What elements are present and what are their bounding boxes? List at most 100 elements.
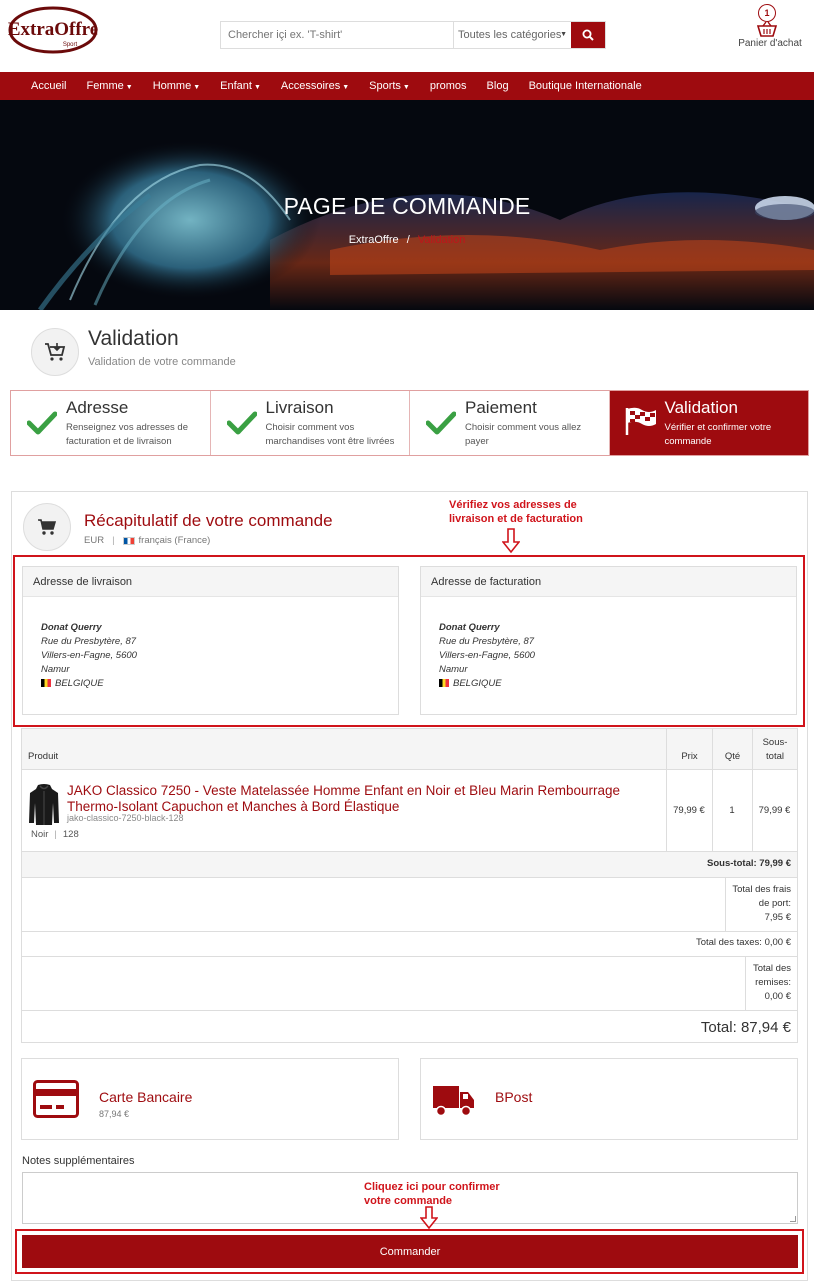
nav-item-label: Homme (152, 80, 192, 92)
step-livraison[interactable]: Livraison Choisir comment vos marchandise… (210, 391, 410, 455)
shipping-total-value: 7,95 € (764, 912, 791, 923)
row-divider (22, 931, 797, 932)
grand-total: Total: 87,94 € (700, 1019, 791, 1036)
nav-item-label: Sports (369, 80, 401, 92)
product-color: Noir (31, 829, 49, 840)
nav-item-blog[interactable]: Blog (487, 80, 509, 92)
address-name: Donat Querry (439, 622, 500, 633)
nav-item-sports[interactable]: Sports ▼ (369, 80, 410, 92)
payment-method-name: Carte Bancaire (99, 1089, 193, 1105)
product-thumbnail[interactable] (28, 783, 60, 827)
col-product-header: Produit (28, 750, 59, 762)
caret-down-icon: ▼ (402, 84, 410, 91)
nav-item-promos[interactable]: promos (430, 80, 467, 92)
row-divider (22, 1010, 797, 1011)
notes-label: Notes supplémentaires (22, 1155, 135, 1167)
billing-address-heading: Adresse de facturation (421, 567, 796, 597)
attribute-divider: | (54, 829, 57, 840)
annotation-line: Vérifiez vos adresses de (449, 499, 577, 511)
product-price: 79,99 € (673, 805, 705, 816)
col-subtotal-header: Sous- total (752, 729, 797, 770)
address-street: Rue du Presbytère, 87 (439, 636, 535, 647)
step-title: Validation (664, 398, 738, 417)
checkmark-icon (226, 411, 257, 435)
payment-amount: 87,94 € (99, 1109, 130, 1119)
nav-item-label: Femme (86, 80, 124, 92)
flag-belgium-icon (439, 679, 449, 687)
confirm-annotation: Cliquez ici pour confirmer votre command… (364, 1180, 500, 1208)
search-button[interactable] (571, 22, 605, 48)
category-select[interactable]: Toutes les catégories ▼ (453, 22, 571, 48)
arrow-down-icon (420, 1206, 438, 1230)
caret-down-icon: ▼ (125, 84, 133, 91)
annotation-line: Cliquez ici pour confirmer (364, 1181, 500, 1193)
basket-icon (757, 21, 777, 37)
search-input[interactable] (221, 22, 453, 48)
checkmark-icon (27, 411, 57, 435)
row-divider (22, 956, 797, 957)
subtotal-line: Sous-total: 79,99 € (707, 858, 791, 869)
address-name: Donat Querry (41, 622, 102, 633)
carrier-name: BPost (495, 1089, 533, 1105)
checkmark-icon (426, 411, 456, 435)
place-order-button[interactable]: Commander (22, 1235, 798, 1268)
resize-handle-icon[interactable] (790, 1216, 796, 1222)
col-subtotal-header-line: Sous- (762, 736, 788, 748)
nav-item-accessoires[interactable]: Accessoires ▼ (281, 80, 349, 92)
address-country: BELGIQUE (453, 678, 502, 689)
step-description: Choisir comment vos marchandises vont êt… (265, 422, 395, 447)
step-paiement[interactable]: Paiement Choisir comment vous allez payer (410, 391, 610, 455)
caret-down-icon: ▼ (253, 84, 261, 91)
step-title: Paiement (465, 398, 537, 417)
validation-page-icon (31, 328, 79, 376)
caret-down-icon: ▼ (193, 84, 201, 91)
breadcrumb-home-link[interactable]: ExtraOffre (349, 234, 399, 246)
step-description: Choisir comment vous allez payer (465, 422, 582, 447)
breadcrumb-current: Validation (417, 234, 466, 246)
product-attributes: Noir | 128 (31, 829, 79, 840)
step-title: Adresse (66, 398, 129, 417)
step-validation[interactable]: Validation Vérifier et confirmer votre co… (609, 391, 808, 455)
caret-down-icon: ▼ (342, 84, 350, 91)
checkered-flag-icon (625, 407, 656, 435)
nav-item-homme[interactable]: Homme ▼ (153, 80, 200, 92)
shipping-address-heading: Adresse de livraison (23, 567, 398, 597)
annotation-line: livraison et de facturation (449, 513, 583, 525)
hero-title: PAGE DE COMMANDE (283, 193, 531, 219)
nav-item-enfant[interactable]: Enfant ▼ (220, 80, 261, 92)
step-description: Renseignez vos adresses de facturation e… (66, 422, 188, 447)
nav-item-label: promos (429, 80, 467, 92)
search-icon (582, 29, 594, 41)
shipping-total-line: de port: (758, 898, 791, 909)
step-adresse[interactable]: Adresse Renseignez vos adresses de factur… (11, 391, 211, 455)
order-items-table: Produit Prix Qté Sous- total JAKO Classi… (21, 728, 798, 1043)
nav-item-femme[interactable]: Femme ▼ (86, 80, 132, 92)
column-divider (725, 878, 726, 931)
cart-label: Panier d'achat (738, 38, 802, 49)
nav-item-boutique-internationale[interactable]: Boutique Internationale (529, 80, 642, 92)
nav-item-label: Enfant (220, 80, 252, 92)
breadcrumb-separator: / (406, 234, 410, 246)
step-title: Livraison (265, 398, 334, 417)
search-bar: Toutes les catégories ▼ (220, 21, 606, 49)
product-name-link[interactable]: JAKO Classico 7250 - Veste Matelassée Ho… (67, 783, 667, 815)
product-qty: 1 (729, 805, 735, 816)
product-subtotal: 79,99 € (758, 805, 791, 816)
column-divider (745, 957, 746, 1010)
delivery-truck-icon (433, 1086, 474, 1117)
caret-down-icon: ▼ (560, 31, 567, 38)
step-description: Vérifier et confirmer votre commande (664, 422, 772, 447)
nav-item-label: Boutique Internationale (528, 80, 642, 92)
col-subtotal-header-line: total (766, 750, 784, 762)
shopping-cart-icon (38, 519, 57, 535)
cart-count-badge: 1 (758, 4, 776, 22)
extraoffre-logo[interactable]: ExtraOffre Sport (8, 6, 98, 54)
page-title: Validation (88, 327, 179, 350)
svg-text:Sport: Sport (63, 42, 78, 48)
col-price-header: Prix (666, 729, 712, 770)
main-nav: Accueil Femme ▼ Homme ▼ Enfant ▼ Accessoires ▼ Sp… (0, 72, 814, 100)
row-divider (22, 877, 797, 878)
page-subtitle: Validation de votre commande (88, 356, 236, 368)
address-country: BELGIQUE (55, 678, 104, 689)
nav-item-accueil[interactable]: Accueil (31, 80, 66, 92)
